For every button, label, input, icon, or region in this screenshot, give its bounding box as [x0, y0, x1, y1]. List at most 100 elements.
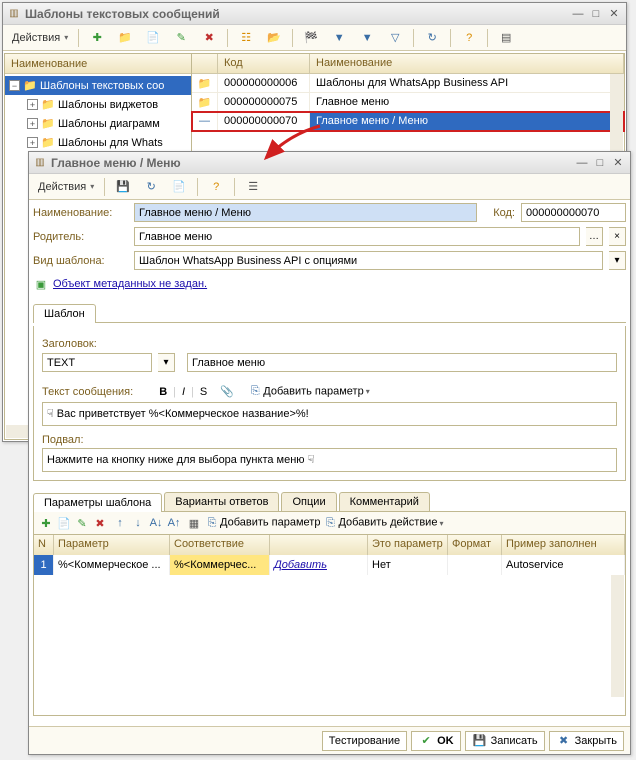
tree-header[interactable]: Наименование: [5, 54, 191, 74]
row-add-button[interactable]: ✚: [38, 515, 54, 531]
add-param2-button[interactable]: ⎘Добавить параметр: [204, 515, 320, 531]
help-button[interactable]: ?: [456, 28, 482, 48]
subtab[interactable]: Комментарий: [339, 492, 430, 511]
attach-button[interactable]: 📎: [219, 384, 235, 400]
filter-off-button[interactable]: ▽: [382, 28, 408, 48]
filter2-button[interactable]: ▼: [354, 28, 380, 48]
ok-button[interactable]: ✔OK: [411, 731, 461, 751]
titlebar[interactable]: ▥ Главное меню / Меню — □ ✕: [29, 152, 630, 174]
row-edit-button[interactable]: ✎: [74, 515, 90, 531]
filter1-button[interactable]: ▼: [326, 28, 352, 48]
cell-param[interactable]: %<Коммерческое ...: [54, 555, 170, 575]
row-delete-button[interactable]: ✖: [92, 515, 108, 531]
titlebar[interactable]: ▥ Шаблоны текстовых сообщений — □ ✕: [3, 3, 626, 25]
expand-toggle[interactable]: +: [27, 118, 38, 129]
tree-item[interactable]: +📁Шаблоны виджетов: [5, 95, 191, 114]
subtab[interactable]: Параметры шаблона: [33, 493, 162, 512]
footer-label: Подвал:: [42, 434, 617, 446]
copy-button[interactable]: 📄: [140, 28, 166, 48]
expand-toggle[interactable]: +: [27, 99, 38, 110]
col-param[interactable]: Параметр: [54, 535, 170, 555]
expand-toggle[interactable]: +: [27, 137, 38, 148]
strike-button[interactable]: S: [200, 386, 207, 398]
parent-clear-button[interactable]: ×: [609, 227, 626, 246]
help-button[interactable]: ?: [203, 177, 229, 197]
move-up-button[interactable]: ↑: [112, 515, 128, 531]
refresh-button[interactable]: ↻: [138, 177, 164, 197]
minimize-button[interactable]: —: [570, 6, 586, 22]
subtab[interactable]: Варианты ответов: [164, 492, 279, 511]
col-name[interactable]: Наименование: [310, 54, 624, 73]
close-button[interactable]: ✕: [606, 6, 622, 22]
cell-fmt[interactable]: [448, 555, 502, 575]
col-icon[interactable]: [192, 54, 218, 73]
tab-template[interactable]: Шаблон: [33, 304, 96, 323]
delete-button[interactable]: ✖: [196, 28, 222, 48]
save-button[interactable]: 💾Записать: [465, 731, 545, 751]
col-n[interactable]: N: [34, 535, 54, 555]
actions-menu[interactable]: Действия▾: [33, 177, 99, 197]
message-text-input[interactable]: ☟ Вас приветствует %<Коммерческое назван…: [42, 402, 617, 426]
ptable-v-scroll[interactable]: [611, 575, 624, 697]
sort-desc-button[interactable]: A↑: [166, 515, 182, 531]
move-button[interactable]: 📂: [261, 28, 287, 48]
actions-menu[interactable]: Действия▾: [7, 28, 73, 48]
panel-button[interactable]: ▤: [493, 28, 519, 48]
close-button[interactable]: ✖Закрыть: [549, 731, 624, 751]
add-action-button[interactable]: ⎘Добавить действие▾: [322, 515, 443, 531]
refresh-button[interactable]: ↻: [419, 28, 445, 48]
edit-button[interactable]: ✎: [168, 28, 194, 48]
find-button[interactable]: 🏁: [298, 28, 324, 48]
col-format[interactable]: Формат: [448, 535, 502, 555]
expand-toggle[interactable]: −: [9, 80, 20, 91]
maximize-button[interactable]: □: [592, 155, 608, 171]
type-select[interactable]: Шаблон WhatsApp Business API с опциями: [134, 251, 603, 270]
parent-select-button[interactable]: …: [586, 227, 603, 246]
tree-item[interactable]: +📁Шаблоны для Whats: [5, 133, 191, 152]
move-down-button[interactable]: ↓: [130, 515, 146, 531]
save-button[interactable]: 💾: [110, 177, 136, 197]
search-icon: 🏁: [303, 30, 319, 46]
col-corr[interactable]: Соответствие: [170, 535, 270, 555]
type-dropdown-button[interactable]: ▾: [609, 251, 626, 270]
col-example[interactable]: Пример заполнен: [502, 535, 625, 555]
header-value-input[interactable]: Главное меню: [187, 353, 617, 372]
header-type-dd[interactable]: ▾: [158, 353, 175, 372]
row-copy-button[interactable]: 📄: [56, 515, 72, 531]
add-param-button[interactable]: ⎘Добавить параметр▾: [247, 384, 369, 400]
cell-isparam[interactable]: Нет: [368, 555, 448, 575]
metadata-link[interactable]: Объект метаданных не задан.: [53, 278, 207, 290]
header-type-select[interactable]: TEXT: [42, 353, 152, 372]
cell-add[interactable]: Добавить: [270, 555, 368, 575]
footer-text-input[interactable]: Нажмите на кнопку ниже для выбора пункта…: [42, 448, 617, 472]
bold-button[interactable]: B: [159, 386, 167, 398]
add-folder-button[interactable]: 📁: [112, 28, 138, 48]
grid-row[interactable]: 📁000000000075Главное меню: [192, 93, 624, 112]
grid-row[interactable]: —000000000070Главное меню / Меню: [192, 112, 624, 131]
parent-input[interactable]: Главное меню: [134, 227, 580, 246]
panel-button[interactable]: ☰: [240, 177, 266, 197]
table-button[interactable]: ▦: [186, 515, 202, 531]
param-row[interactable]: 1 %<Коммерческое ... %<Коммерчес... Доба…: [34, 555, 625, 575]
tree-item[interactable]: −📁Шаблоны текстовых соо: [5, 76, 191, 95]
x-icon: ✖: [556, 733, 572, 749]
code-input[interactable]: 000000000070: [521, 203, 626, 222]
tree-item[interactable]: +📁Шаблоны диаграмм: [5, 114, 191, 133]
maximize-button[interactable]: □: [588, 6, 604, 22]
sort-asc-button[interactable]: A↓: [148, 515, 164, 531]
col-code[interactable]: Код: [218, 54, 310, 73]
add-button[interactable]: ✚: [84, 28, 110, 48]
grid-row[interactable]: 📁000000000006Шаблоны для WhatsApp Busine…: [192, 74, 624, 93]
col-blank[interactable]: [270, 535, 368, 555]
italic-button[interactable]: I: [182, 386, 185, 398]
copy-button[interactable]: 📄: [166, 177, 192, 197]
col-isparam[interactable]: Это параметр: [368, 535, 448, 555]
cell-example[interactable]: Autoservice: [502, 555, 625, 575]
minimize-button[interactable]: —: [574, 155, 590, 171]
close-button[interactable]: ✕: [610, 155, 626, 171]
hierarchy-button[interactable]: ☷: [233, 28, 259, 48]
name-input[interactable]: Главное меню / Меню: [134, 203, 477, 222]
test-button[interactable]: Тестирование: [322, 731, 407, 751]
cell-corr[interactable]: %<Коммерчес...: [170, 555, 270, 575]
subtab[interactable]: Опции: [281, 492, 336, 511]
